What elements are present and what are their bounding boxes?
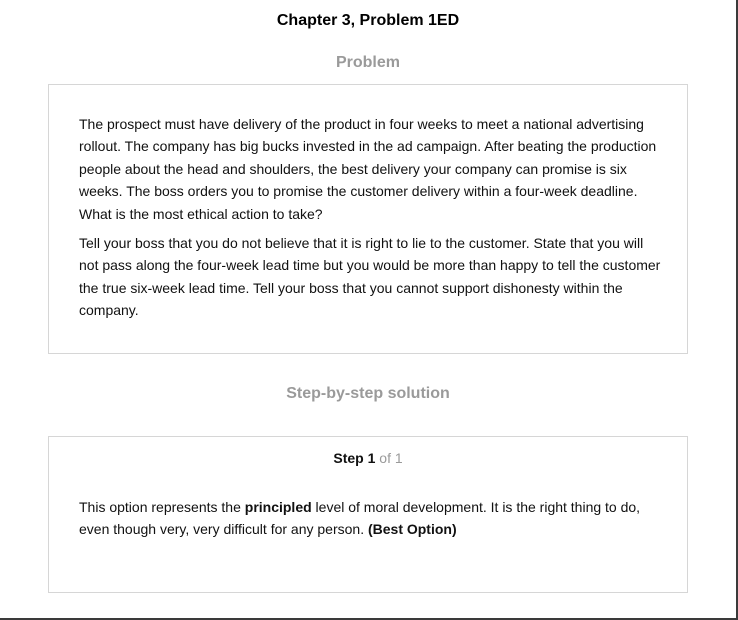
- problem-panel: The prospect must have delivery of the p…: [48, 84, 688, 354]
- solution-text-bold: principled: [244, 499, 312, 515]
- solution-text: This option represents the principled le…: [79, 496, 661, 541]
- problem-paragraph: The prospect must have delivery of the p…: [79, 116, 657, 222]
- problem-text: The prospect must have delivery of the p…: [79, 113, 661, 329]
- solution-heading: Step-by-step solution: [286, 385, 450, 402]
- best-option-tag: (Best Option): [367, 521, 457, 538]
- page-title: Chapter 3, Problem 1ED: [276, 12, 460, 29]
- problem-heading: Problem: [335, 54, 400, 71]
- page-frame: Chapter 3, Problem 1ED Problem The prosp…: [0, 0, 738, 620]
- step-word: Step: [333, 450, 364, 466]
- step-number: 1: [367, 450, 376, 466]
- answer-paragraph: Tell your boss that you do not believe t…: [79, 235, 661, 319]
- solution-text-before: This option represents the: [79, 499, 245, 515]
- step-total: of 1: [379, 450, 403, 466]
- solution-panel: Step 1 of 1 This option represents the p…: [48, 436, 688, 593]
- step-label: Step 1 of 1: [49, 450, 687, 466]
